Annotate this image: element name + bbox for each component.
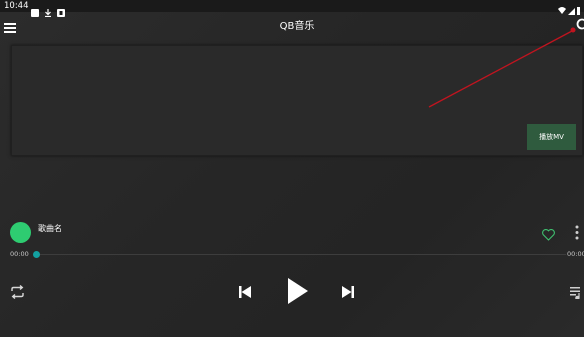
song-name: 歌曲名: [38, 224, 62, 233]
skip-previous-icon[interactable]: [238, 284, 252, 298]
app-bar: QB音乐: [0, 12, 584, 38]
status-right-icons: [558, 1, 580, 15]
song-avatar[interactable]: [10, 222, 31, 243]
current-time: 00:00: [10, 250, 29, 258]
total-time: 00:00: [567, 250, 584, 258]
skip-next-icon[interactable]: [341, 284, 355, 298]
play-icon[interactable]: [287, 277, 309, 305]
play-mv-button[interactable]: 播放MV: [527, 124, 576, 150]
heart-outline-icon[interactable]: [542, 226, 555, 241]
app-title: QB音乐: [279, 21, 315, 32]
progress-thumb[interactable]: [33, 251, 40, 258]
more-vertical-icon[interactable]: [574, 225, 580, 240]
status-bar: 10:44: [0, 0, 584, 18]
mv-video-area[interactable]: [12, 46, 582, 155]
status-time: 10:44: [4, 1, 29, 11]
repeat-icon[interactable]: [10, 284, 25, 300]
music-player-screen: 10:44 QB音乐 播放MV 歌曲名 00:00 00:00: [0, 0, 584, 337]
playlist-icon[interactable]: [570, 284, 583, 301]
progress-track[interactable]: [36, 254, 566, 255]
search-icon[interactable]: [575, 17, 584, 31]
